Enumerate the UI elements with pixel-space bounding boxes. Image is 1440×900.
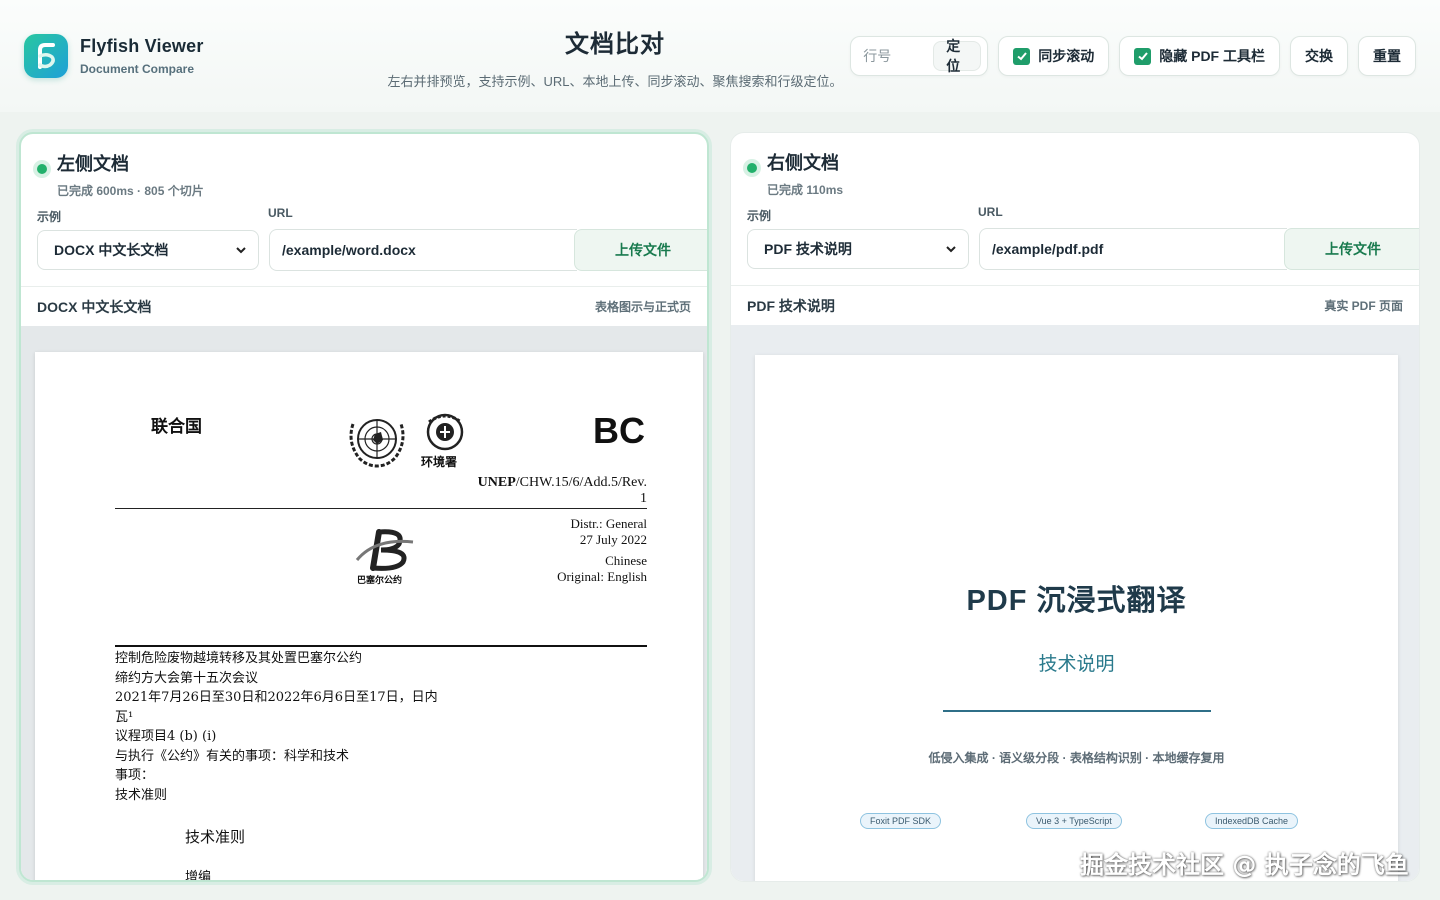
url-label: URL	[268, 206, 293, 220]
org-name: 联合国	[151, 417, 202, 437]
date-line: 27 July 2022	[579, 532, 647, 547]
section-subheading: 增编	[185, 870, 212, 882]
sync-scroll-checkbox[interactable]	[1013, 47, 1031, 65]
language-line: Chinese	[605, 553, 647, 568]
brand-subtitle: Document Compare	[80, 62, 195, 76]
document-title: DOCX 中文长文档	[37, 298, 152, 315]
app-header: Flyfish Viewer Document Compare 文档比对 左右并…	[0, 0, 1440, 112]
hide-pdf-toolbar-toggle[interactable]: 隐藏 PDF 工具栏	[1119, 36, 1280, 76]
meta-line: 瓦¹	[115, 709, 134, 725]
right-panel-header: 右侧文档 已完成 110ms	[747, 149, 843, 198]
checkmark-icon	[1017, 52, 1027, 61]
meta-line: 缔约方大会第十五次会议	[115, 670, 259, 686]
tech-tag: Vue 3 + TypeScript	[1026, 813, 1122, 829]
right-document-panel: 右侧文档 已完成 110ms 示例 URL PDF 技术说明 /example/…	[730, 132, 1420, 882]
right-panel-status: 已完成 110ms	[767, 183, 844, 197]
distribution-info: Distr.: General 27 July 2022 Chinese Ori…	[447, 516, 647, 585]
left-panel-header: 左侧文档 已完成 600ms · 805 个切片	[37, 150, 204, 199]
url-input[interactable]: /example/pdf.pdf	[979, 228, 1287, 270]
meta-line: 2021年7月26日至30日和2022年6月6日至17日，日内	[115, 690, 438, 705]
right-panel-title: 右侧文档	[767, 153, 839, 173]
chevron-down-icon	[236, 247, 246, 254]
meta-line: 议程项目4 (b) (i)	[115, 729, 217, 744]
pdf-features: 低侵入集成 · 语义级分段 · 表格结构识别 · 本地缓存复用	[928, 751, 1225, 765]
line-number-input[interactable]	[863, 48, 934, 64]
app-logo-icon	[24, 34, 68, 78]
pdf-page: PDF 沉浸式翻译 技术说明 低侵入集成 · 语义级分段 · 表格结构识别 · …	[755, 355, 1398, 881]
swap-button[interactable]: 交换	[1290, 36, 1348, 76]
meta-line: 控制危险废物越境转移及其处置巴塞尔公约	[115, 651, 363, 666]
chevron-down-icon	[946, 246, 956, 253]
page-title: 文档比对	[565, 31, 665, 58]
pdf-page-title: PDF 沉浸式翻译	[966, 585, 1187, 617]
hide-pdf-toolbar-label: 隐藏 PDF 工具栏	[1159, 48, 1265, 64]
left-panel-status: 已完成 600ms · 805 个切片	[57, 184, 204, 198]
status-dot	[37, 164, 47, 174]
divider	[943, 710, 1211, 712]
docx-page: 联合国 环境署 BC UNEP/CHW.15/6/Add.5/Rev. 1 巴塞…	[35, 352, 703, 882]
example-select[interactable]: PDF 技术说明	[747, 229, 969, 269]
page-subtitle: 左右并排预览，支持示例、URL、本地上传、同步滚动、聚焦搜索和行级定位。	[387, 74, 843, 89]
symbol-line2: 1	[640, 491, 647, 506]
pdf-viewer[interactable]: PDF 沉浸式翻译 技术说明 低侵入集成 · 语义级分段 · 表格结构识别 · …	[731, 325, 1419, 881]
upload-file-button[interactable]: 上传文件	[574, 229, 707, 271]
status-dot	[747, 163, 757, 173]
divider	[115, 508, 647, 509]
url-input[interactable]: /example/word.docx	[269, 229, 577, 271]
brand-name: Flyfish Viewer	[80, 36, 204, 56]
line-locator: 定位	[850, 36, 989, 76]
left-document-panel: 左侧文档 已完成 600ms · 805 个切片 示例 URL DOCX 中文长…	[19, 132, 709, 882]
watermark: 掘金技术社区 @ 执子念的飞鱼	[1080, 851, 1409, 879]
tech-tag: Foxit PDF SDK	[860, 813, 942, 829]
meta-line: 事项：	[115, 768, 155, 783]
unep-emblem-icon	[426, 413, 464, 451]
docx-viewer[interactable]: 联合国 环境署 BC UNEP/CHW.15/6/Add.5/Rev. 1 巴塞…	[21, 326, 707, 882]
meeting-info: 控制危险废物越境转移及其处置巴塞尔公约 缔约方大会第十五次会议 2021年7月2…	[115, 649, 438, 805]
document-tag: 表格图示与正式页	[594, 300, 691, 314]
tech-tag: IndexedDB Cache	[1205, 813, 1299, 829]
basel-convention-logo-icon	[355, 529, 414, 571]
symbol-rest: /CHW.15/6/Add.5/Rev.	[515, 475, 647, 490]
section-heading: 技术准则	[185, 828, 246, 846]
toolbar: 定位 同步滚动 隐藏 PDF 工具栏 交换 重置	[850, 36, 1416, 76]
document-bar: PDF 技术说明 真实 PDF 页面	[731, 285, 1419, 325]
basel-label: 巴塞尔公约	[357, 576, 403, 586]
divider	[115, 645, 647, 647]
meta-line: 技术准则	[115, 787, 168, 803]
hide-pdf-toolbar-checkbox[interactable]	[1134, 47, 1152, 65]
reset-button[interactable]: 重置	[1358, 36, 1416, 76]
title-block: 文档比对 左右并排预览，支持示例、URL、本地上传、同步滚动、聚焦搜索和行级定位…	[380, 24, 850, 90]
example-select-value: PDF 技术说明	[764, 241, 852, 257]
brand: Flyfish Viewer Document Compare	[24, 34, 204, 78]
symbol-bold: UNEP	[477, 475, 516, 490]
locate-button[interactable]: 定位	[933, 38, 982, 74]
document-symbol: UNEP/CHW.15/6/Add.5/Rev. 1	[387, 475, 647, 507]
sync-scroll-toggle[interactable]: 同步滚动	[998, 36, 1110, 76]
example-label: 示例	[37, 210, 62, 224]
left-panel-title: 左侧文档	[57, 154, 129, 174]
document-tag: 真实 PDF 页面	[1324, 299, 1403, 313]
distr-line: Distr.: General	[570, 516, 647, 531]
url-label: URL	[978, 205, 1003, 219]
document-bar: DOCX 中文长文档 表格图示与正式页	[21, 286, 707, 326]
pdf-page-subtitle: 技术说明	[1038, 654, 1115, 675]
document-title: PDF 技术说明	[747, 297, 835, 314]
original-line: Original: English	[557, 569, 647, 584]
document-code: BC	[593, 410, 645, 451]
example-select[interactable]: DOCX 中文长文档	[37, 230, 259, 270]
upload-file-button[interactable]: 上传文件	[1284, 228, 1419, 270]
meta-line: 与执行《公约》有关的事项：科学和技术	[115, 748, 350, 764]
sync-scroll-label: 同步滚动	[1038, 48, 1095, 64]
example-label: 示例	[747, 209, 772, 223]
un-emblem-icon	[349, 419, 405, 468]
checkmark-icon	[1138, 52, 1148, 61]
unep-label: 环境署	[421, 455, 458, 469]
example-select-value: DOCX 中文长文档	[54, 242, 169, 258]
